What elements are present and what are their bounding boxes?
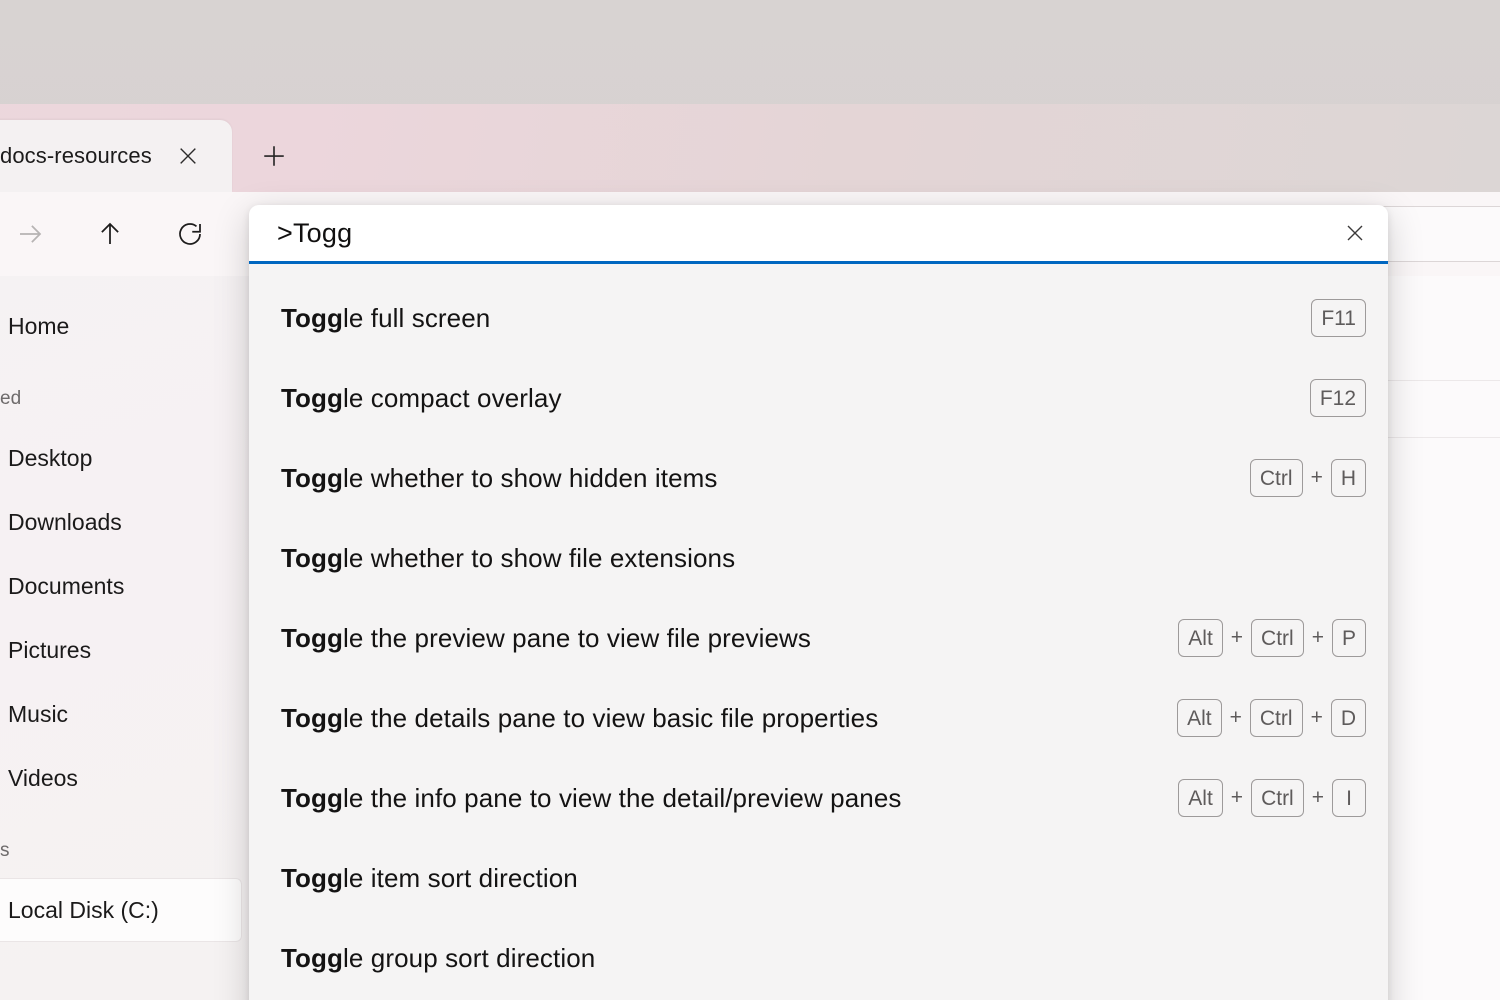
refresh-icon[interactable] xyxy=(162,206,218,262)
command-palette-item-shortcut: Alt + Ctrl + P xyxy=(1178,619,1366,657)
shortcut-plus-separator: + xyxy=(1230,626,1244,650)
desktop-background: docs-resources xyxy=(0,0,1500,1000)
shortcut-plus-separator: + xyxy=(1310,706,1324,730)
command-palette-item-label: Toggle whether to show hidden items xyxy=(281,463,1250,494)
command-palette-item-shortcut: Ctrl + H xyxy=(1250,459,1366,497)
sidebar-item-local-disk-c[interactable]: Local Disk (C:) xyxy=(0,878,242,942)
sidebar-section-pinned: ed xyxy=(0,372,250,426)
sidebar-item-label: Music xyxy=(8,701,68,728)
command-palette-input[interactable]: >Togg xyxy=(277,218,1322,249)
sidebar-item-label: Pictures xyxy=(8,637,91,664)
sidebar-item-label: Home xyxy=(8,313,69,340)
tab-strip: docs-resources xyxy=(0,120,310,192)
command-palette-item-label: Toggle the preview pane to view file pre… xyxy=(281,623,1178,654)
command-palette-item[interactable]: Toggle compact overlayF12 xyxy=(249,358,1388,438)
command-palette-item[interactable]: Toggle the preview pane to view file pre… xyxy=(249,598,1388,678)
shortcut-key: Ctrl xyxy=(1251,779,1304,817)
sidebar-item-videos[interactable]: Videos xyxy=(0,746,242,810)
command-palette-item-shortcut: Alt + Ctrl + D xyxy=(1177,699,1366,737)
command-palette-item-match: Togg xyxy=(281,303,343,333)
command-palette: >Togg Toggle full screenF11Toggle compac… xyxy=(249,205,1388,1000)
shortcut-plus-separator: + xyxy=(1311,786,1325,810)
sidebar-spacer xyxy=(0,810,250,824)
sidebar-item-label: Desktop xyxy=(8,445,92,472)
command-palette-item-match: Togg xyxy=(281,703,343,733)
shortcut-plus-separator: + xyxy=(1310,466,1324,490)
command-palette-item-shortcut: F12 xyxy=(1310,379,1366,417)
shortcut-key: F12 xyxy=(1310,379,1366,417)
sidebar-item-label: Local Disk (C:) xyxy=(8,897,159,924)
shortcut-key: F11 xyxy=(1311,299,1366,337)
command-palette-item-label: Toggle full screen xyxy=(281,303,1311,334)
sidebar-section-label: ed xyxy=(0,388,21,410)
command-palette-item[interactable]: Toggle the info pane to view the detail/… xyxy=(249,758,1388,838)
command-palette-item[interactable]: Toggle group sort direction xyxy=(249,918,1388,998)
sidebar-item-pictures[interactable]: Pictures xyxy=(0,618,242,682)
command-palette-item-match: Togg xyxy=(281,543,343,573)
command-palette-item[interactable]: Toggle full screenF11 xyxy=(249,278,1388,358)
sidebar-section-drives: s xyxy=(0,824,250,878)
sidebar-item-label: Downloads xyxy=(8,509,122,536)
command-palette-input-row: >Togg xyxy=(249,205,1388,264)
tab-title: docs-resources xyxy=(0,143,152,169)
command-palette-item-label: Toggle compact overlay xyxy=(281,383,1310,414)
close-icon[interactable] xyxy=(166,134,210,178)
shortcut-key: I xyxy=(1332,779,1366,817)
shortcut-key: H xyxy=(1331,459,1366,497)
arrow-right-icon[interactable] xyxy=(2,206,58,262)
sidebar-item-label: Videos xyxy=(8,765,78,792)
command-palette-item-match: Togg xyxy=(281,623,343,653)
sidebar-item-documents[interactable]: Documents xyxy=(0,554,242,618)
command-palette-item-label: Toggle whether to show file extensions xyxy=(281,543,1366,574)
command-palette-item-shortcut: F11 xyxy=(1311,299,1366,337)
shortcut-plus-separator: + xyxy=(1229,706,1243,730)
shortcut-key: Alt xyxy=(1178,619,1223,657)
tab-docs-resources[interactable]: docs-resources xyxy=(0,120,232,192)
command-palette-item[interactable]: Toggle whether to show file extensions xyxy=(249,518,1388,598)
close-icon[interactable] xyxy=(1322,205,1388,261)
command-palette-item-label: Toggle item sort direction xyxy=(281,863,1366,894)
sidebar-item-label: Documents xyxy=(8,573,124,600)
command-palette-item-label: Toggle the details pane to view basic fi… xyxy=(281,703,1177,734)
shortcut-key: Ctrl xyxy=(1250,699,1303,737)
command-palette-item[interactable]: Toggle whether to show hidden itemsCtrl +… xyxy=(249,438,1388,518)
command-palette-item-shortcut: Alt + Ctrl + I xyxy=(1178,779,1366,817)
command-palette-item-match: Togg xyxy=(281,783,343,813)
shortcut-key: D xyxy=(1331,699,1366,737)
shortcut-key: Ctrl xyxy=(1250,459,1303,497)
sidebar-item-desktop[interactable]: Desktop xyxy=(0,426,242,490)
shortcut-plus-separator: + xyxy=(1311,626,1325,650)
command-palette-item-match: Togg xyxy=(281,863,343,893)
sidebar-item-downloads[interactable]: Downloads xyxy=(0,490,242,554)
shortcut-key: Alt xyxy=(1178,779,1223,817)
sidebar-item-home[interactable]: Home xyxy=(0,294,242,358)
command-palette-item[interactable]: Toggle the details pane to view basic fi… xyxy=(249,678,1388,758)
navigation-sidebar: Home ed Desktop Downloads Documents Pict… xyxy=(0,276,250,1000)
sidebar-item-music[interactable]: Music xyxy=(0,682,242,746)
command-palette-item-label: Toggle the info pane to view the detail/… xyxy=(281,783,1178,814)
command-palette-item-label: Toggle group sort direction xyxy=(281,943,1366,974)
shortcut-plus-separator: + xyxy=(1230,786,1244,810)
sidebar-spacer xyxy=(0,358,250,372)
command-palette-results: Toggle full screenF11Toggle compact over… xyxy=(249,264,1388,1000)
command-palette-item-match: Togg xyxy=(281,943,343,973)
command-palette-item-match: Togg xyxy=(281,463,343,493)
command-palette-item-match: Togg xyxy=(281,383,343,413)
plus-icon[interactable] xyxy=(238,120,310,192)
window-titlebar: docs-resources xyxy=(0,104,1500,192)
shortcut-key: Ctrl xyxy=(1251,619,1304,657)
command-palette-item[interactable]: Toggle item sort direction xyxy=(249,838,1388,918)
shortcut-key: Alt xyxy=(1177,699,1222,737)
shortcut-key: P xyxy=(1332,619,1366,657)
arrow-up-icon[interactable] xyxy=(82,206,138,262)
sidebar-section-label: s xyxy=(0,840,10,862)
